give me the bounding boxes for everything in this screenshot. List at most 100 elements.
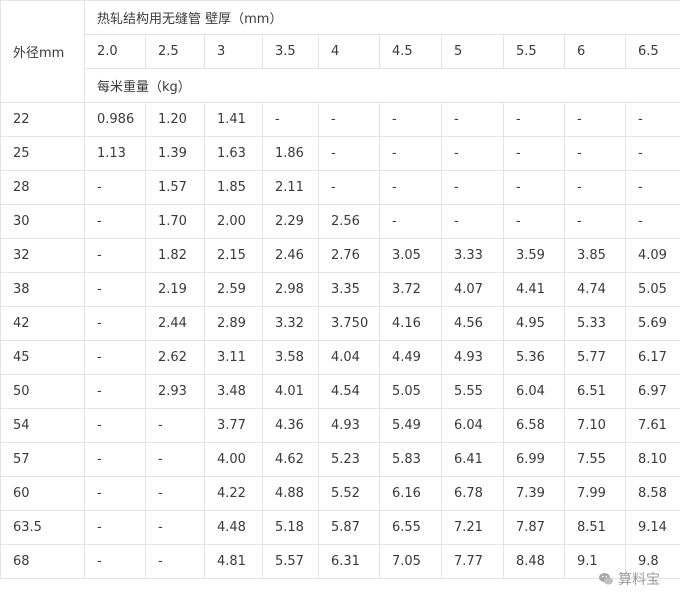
weight-cell: - — [379, 102, 442, 137]
weight-cell: 4.48 — [204, 510, 263, 545]
thickness-header: 4 — [318, 34, 380, 69]
weight-cell: 1.70 — [145, 204, 205, 239]
weight-cell: 5.83 — [379, 442, 442, 477]
outer-diameter-cell: 54 — [0, 408, 85, 443]
weight-cell: 3.32 — [262, 306, 319, 341]
weight-cell: - — [441, 136, 504, 171]
weight-cell: 8.48 — [503, 544, 565, 579]
weight-cell: 2.46 — [262, 238, 319, 273]
table-row: 22 0.986 1.20 1.41- - - - - - - — [0, 102, 680, 137]
weight-cell: 2.00 — [204, 204, 263, 239]
thickness-header: 2.0 — [84, 34, 146, 69]
weight-cell: - — [503, 102, 565, 137]
weight-cell: 4.07 — [441, 272, 504, 307]
weight-cell: 4.62 — [262, 442, 319, 477]
table-row: 50-2.93 3.48 4.01 4.54 5.05 5.55 6.04 6.51 6.97 — [0, 374, 680, 409]
weight-cell: 3.48 — [204, 374, 263, 409]
outer-diameter-cell: 60 — [0, 476, 85, 511]
weight-cell: 4.41 — [503, 272, 565, 307]
weight-cell: - — [145, 544, 205, 579]
weight-cell: 4.93 — [318, 408, 380, 443]
weight-cell: - — [84, 170, 146, 205]
weight-cell: 5.52 — [318, 476, 380, 511]
weight-cell: - — [145, 476, 205, 511]
weight-cell: 5.77 — [564, 340, 626, 375]
watermark-text: 算料宝 — [618, 572, 660, 588]
weight-cell: 5.05 — [379, 374, 442, 409]
weight-cell: 4.09 — [624, 238, 680, 273]
weight-cell: 7.61 — [624, 408, 680, 443]
weight-cell: 4.22 — [204, 476, 263, 511]
weight-cell: - — [84, 306, 146, 341]
table-row: 57- -4.00 4.62 5.23 5.83 6.41 6.99 7.55 8.10 — [0, 442, 680, 477]
outer-diameter-cell: 50 — [0, 374, 85, 409]
thickness-header: 5 — [441, 34, 504, 69]
weight-cell: 5.18 — [262, 510, 319, 545]
weight-cell: 3.33 — [441, 238, 504, 273]
weight-cell: 4.88 — [262, 476, 319, 511]
weight-cell: 3.72 — [379, 272, 442, 307]
table-row: 30-1.70 2.00 2.29 2.56- - - - - — [0, 204, 680, 239]
table-row: 60- -4.22 4.88 5.52 6.16 6.78 7.39 7.99 8.58 — [0, 476, 680, 511]
weight-cell: 7.55 — [564, 442, 626, 477]
weight-cell: 6.58 — [503, 408, 565, 443]
thickness-header: 3.5 — [262, 34, 319, 69]
weight-cell: 7.05 — [379, 544, 442, 579]
weight-cell: - — [84, 238, 146, 273]
weight-cell: - — [84, 408, 146, 443]
weight-cell: 5.87 — [318, 510, 380, 545]
weight-cell: 8.58 — [624, 476, 680, 511]
weight-cell: 3.77 — [204, 408, 263, 443]
weight-cell: 5.55 — [441, 374, 504, 409]
weight-cell: 6.41 — [441, 442, 504, 477]
unit-row: 每米重量（kg） — [1, 68, 680, 103]
outer-diameter-cell: 63.5 — [0, 510, 85, 545]
weight-cell: 2.15 — [204, 238, 263, 273]
weight-cell: 6.31 — [318, 544, 380, 579]
outer-diameter-cell: 68 — [0, 544, 85, 579]
weight-cell: 3.59 — [503, 238, 565, 273]
weight-cell: 3.750 — [318, 306, 380, 341]
weight-cell: - — [84, 272, 146, 307]
weight-cell: - — [84, 510, 146, 545]
weight-cell: - — [318, 136, 380, 171]
weight-cell: - — [379, 136, 442, 171]
outer-diameter-header: 外径mm — [0, 0, 85, 103]
weight-cell: 6.04 — [441, 408, 504, 443]
outer-diameter-cell: 42 — [0, 306, 85, 341]
weight-cell: 2.98 — [262, 272, 319, 307]
weight-cell: 6.17 — [624, 340, 680, 375]
weight-cell: 3.58 — [262, 340, 319, 375]
weight-cell: 0.986 — [84, 102, 146, 137]
weight-cell: - — [84, 340, 146, 375]
weight-cell: 4.01 — [262, 374, 319, 409]
weight-cell: 1.63 — [204, 136, 263, 171]
table-row: 28-1.57 1.85 2.11- - - - - - — [0, 170, 680, 205]
weight-cell: - — [318, 170, 380, 205]
weight-cell: - — [624, 170, 680, 205]
weight-cell: 6.97 — [624, 374, 680, 409]
weight-cell: 7.99 — [564, 476, 626, 511]
weight-cell: 2.29 — [262, 204, 319, 239]
weight-cell: 5.33 — [564, 306, 626, 341]
weight-cell: 6.55 — [379, 510, 442, 545]
weight-cell: 7.77 — [441, 544, 504, 579]
weight-cell: 7.21 — [441, 510, 504, 545]
watermark: 算料宝 — [598, 569, 660, 589]
weight-cell: 4.54 — [318, 374, 380, 409]
thickness-row: 2.0 2.5 3 3.5 4 4.5 5 5.5 6 6.5 — [1, 34, 680, 69]
weight-cell: 4.16 — [379, 306, 442, 341]
weight-cell: 4.81 — [204, 544, 263, 579]
weight-cell: 7.10 — [564, 408, 626, 443]
title-row: 外径mm 热轧结构用无缝管 壁厚（mm） — [0, 0, 680, 103]
outer-diameter-cell: 25 — [0, 136, 85, 171]
weight-cell: 4.04 — [318, 340, 380, 375]
wechat-icon — [599, 573, 613, 585]
weight-cell: - — [624, 102, 680, 137]
weight-cell: 2.11 — [262, 170, 319, 205]
weight-cell: - — [564, 136, 626, 171]
weight-cell: - — [145, 442, 205, 477]
weight-cell: - — [318, 102, 380, 137]
weight-cell: 1.39 — [145, 136, 205, 171]
weight-cell: 8.51 — [564, 510, 626, 545]
